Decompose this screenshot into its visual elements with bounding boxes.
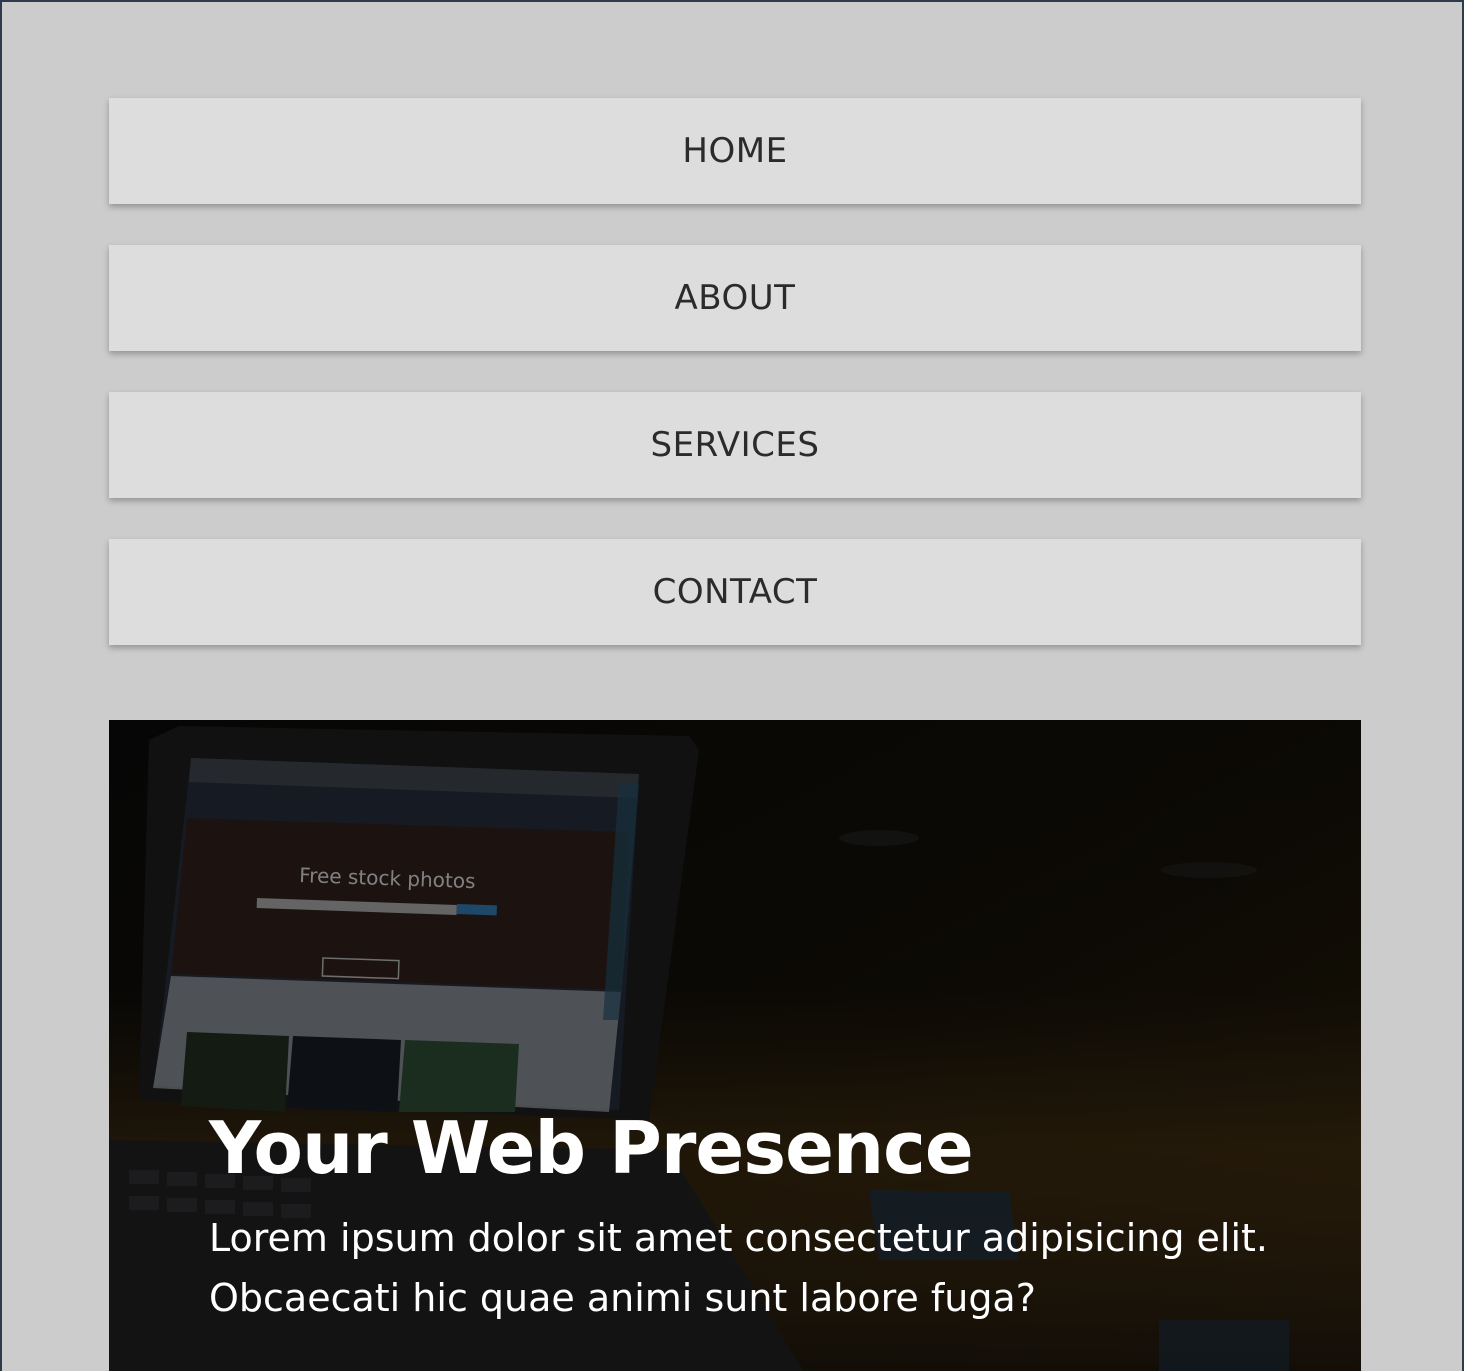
nav-item-about[interactable]: ABOUT: [109, 245, 1361, 351]
main-nav: HOME ABOUT SERVICES CONTACT: [109, 98, 1361, 686]
browser-viewport: HOME ABOUT SERVICES CONTACT Free stock p…: [0, 0, 1464, 1371]
nav-item-label: ABOUT: [674, 278, 796, 318]
hero-text-block: Your Web Presence Lorem ipsum dolor sit …: [209, 1112, 1289, 1328]
hero-section: Free stock photos Your Web Presence Lore…: [109, 720, 1361, 1371]
nav-item-label: HOME: [682, 131, 788, 171]
nav-item-label: CONTACT: [652, 572, 818, 612]
hero-title: Your Web Presence: [209, 1106, 974, 1190]
nav-item-contact[interactable]: CONTACT: [109, 539, 1361, 645]
hero-subtitle: Lorem ipsum dolor sit amet consectetur a…: [209, 1216, 1269, 1320]
nav-item-label: SERVICES: [650, 425, 820, 465]
nav-item-home[interactable]: HOME: [109, 98, 1361, 204]
nav-item-services[interactable]: SERVICES: [109, 392, 1361, 498]
